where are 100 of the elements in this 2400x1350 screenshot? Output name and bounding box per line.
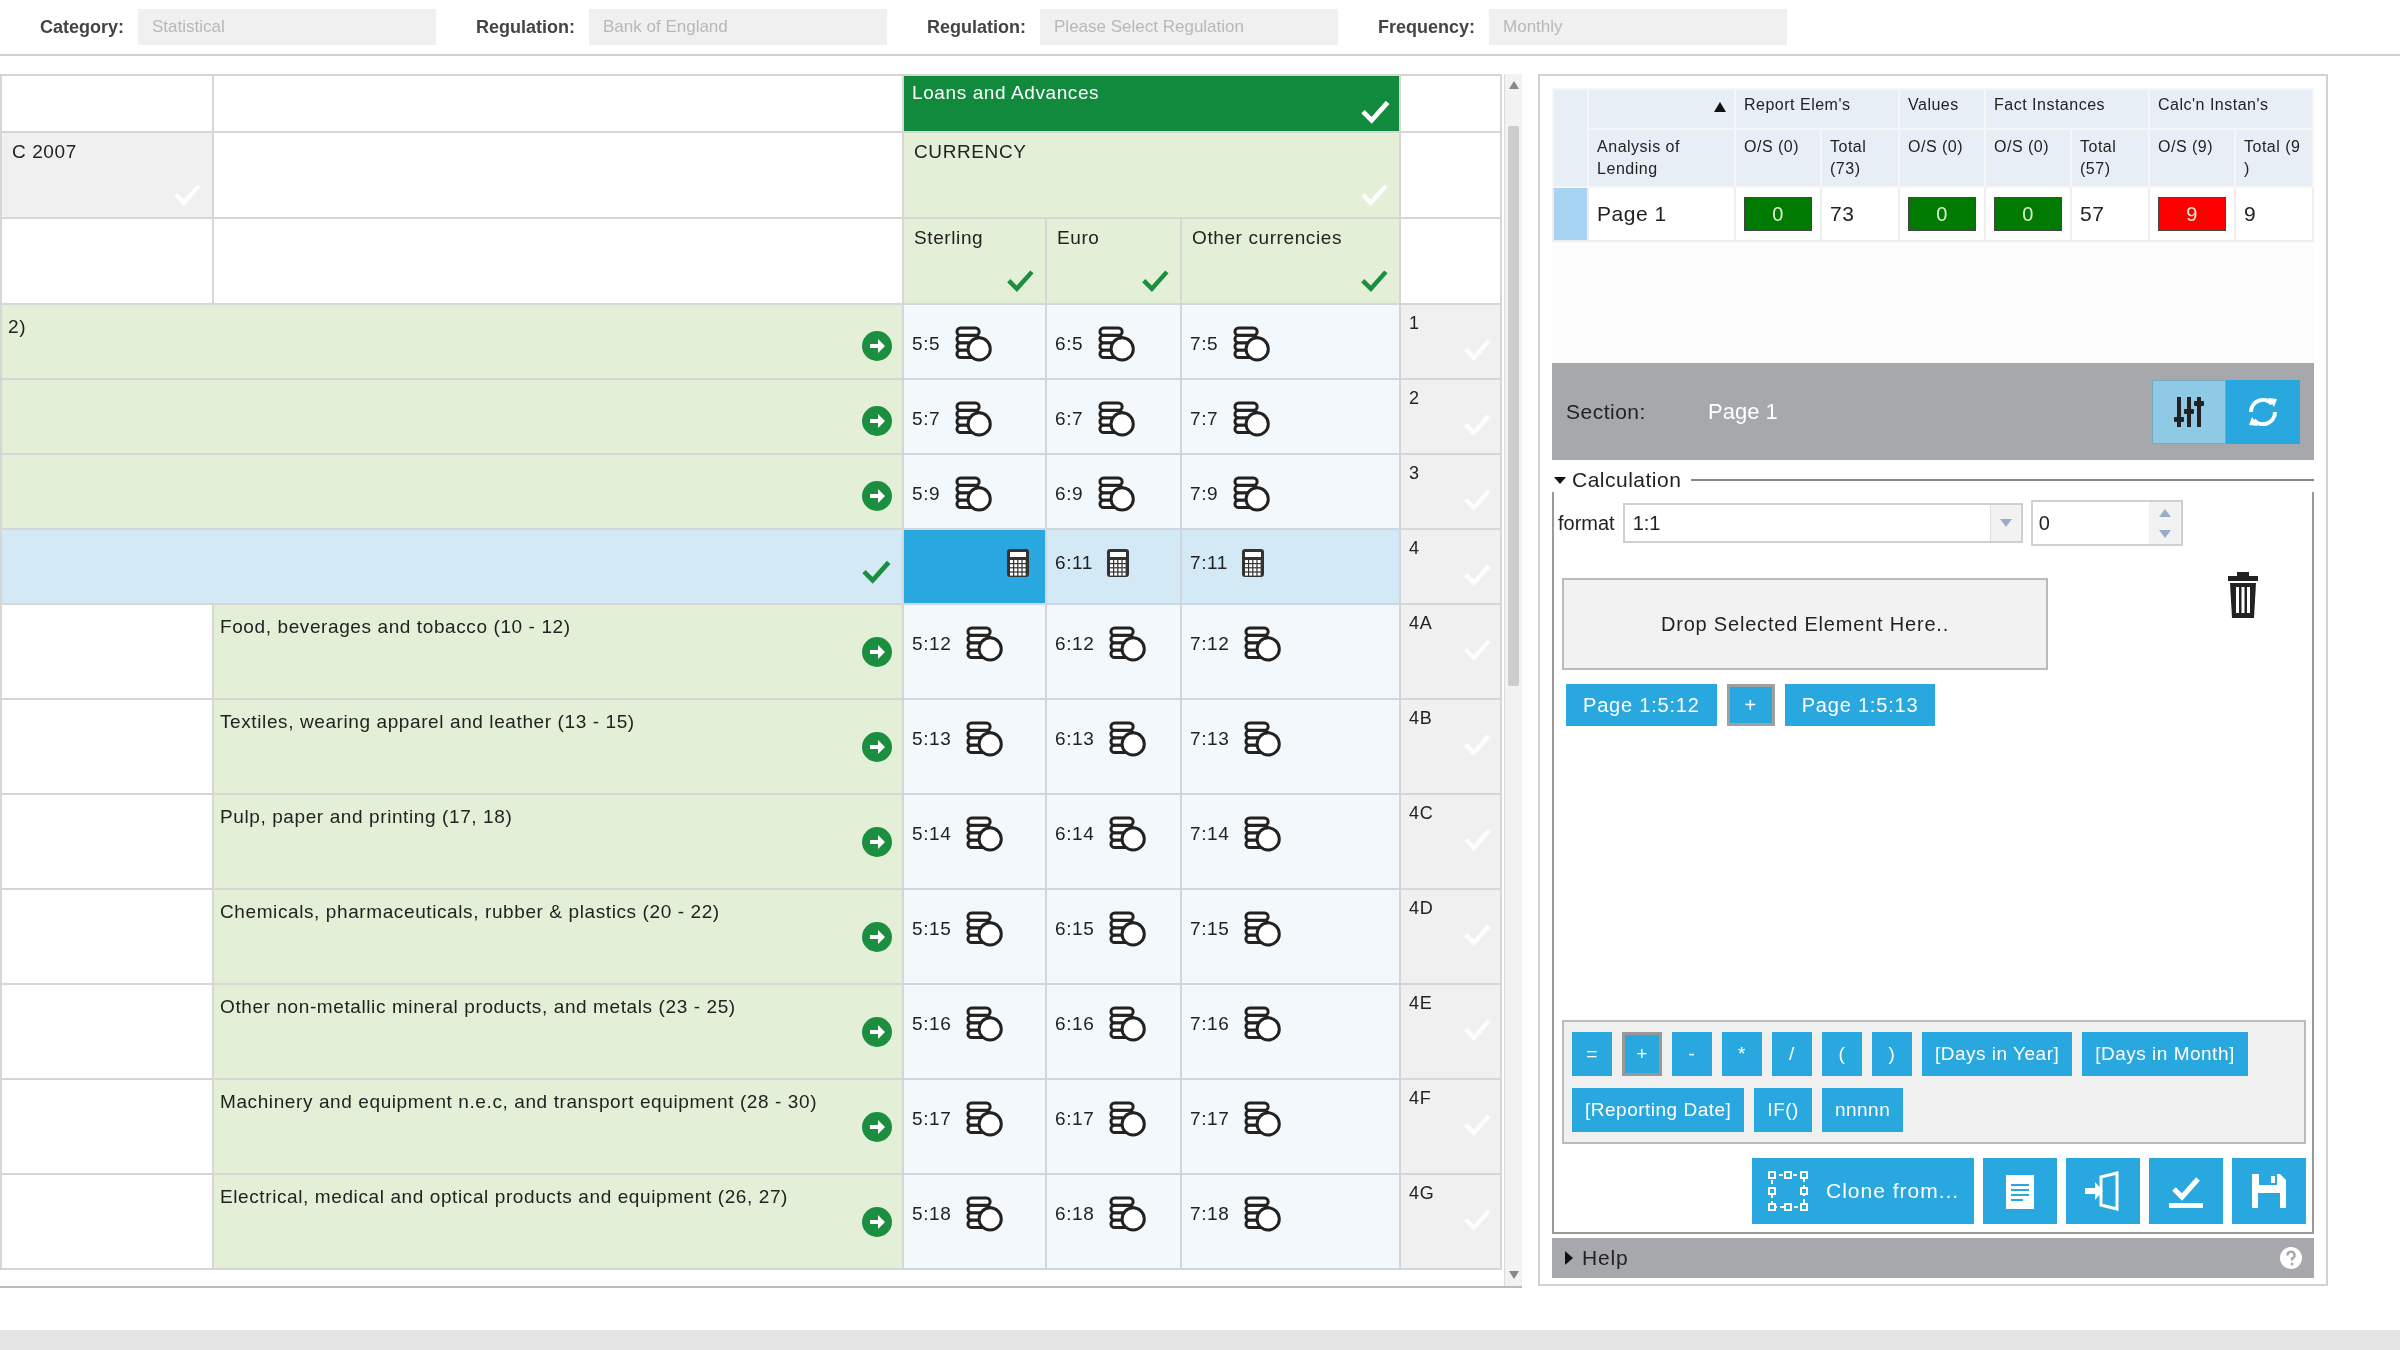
import-button[interactable] (2066, 1158, 2140, 1224)
section-toggle[interactable]: Calculation (1552, 468, 1682, 492)
table-cell[interactable]: 6:16 (1046, 984, 1181, 1079)
table-cell[interactable]: 5:18 (903, 1174, 1046, 1269)
coins-icon (963, 813, 1006, 855)
filter-label: Category: (40, 16, 124, 38)
table-cell[interactable]: 6:5 (1046, 304, 1181, 379)
table-cell[interactable]: 5:12 (903, 604, 1046, 699)
row-number: 4B (1409, 708, 1434, 729)
coins-icon (963, 1193, 1006, 1235)
caret-down-icon (1554, 474, 1566, 486)
caret-down-icon (1999, 519, 2012, 527)
row-number: 1 (1409, 313, 1421, 334)
row-number: 4C (1409, 803, 1435, 824)
save-icon (2249, 1171, 2289, 1211)
table-cell[interactable]: 6:13 (1046, 699, 1181, 794)
table-cell[interactable]: 7:18 (1181, 1174, 1401, 1269)
help-icon[interactable] (2280, 1247, 2302, 1269)
coins-icon (963, 718, 1006, 760)
coins-icon (1241, 718, 1284, 760)
count-badge: 9 (2158, 197, 2226, 231)
column-header: Euro (1057, 226, 1100, 249)
table-cell[interactable]: 5:13 (903, 699, 1046, 794)
row-number: 4A (1409, 613, 1434, 634)
table-cell[interactable]: 6:7 (1046, 379, 1181, 454)
filter-label: Regulation: (476, 16, 575, 38)
save-button[interactable] (2232, 1158, 2306, 1224)
scrollbar[interactable] (1504, 74, 1522, 1286)
sort-icon[interactable] (1714, 102, 1726, 112)
column-group-header: Loans and Advances (912, 81, 1100, 104)
table-cell[interactable]: 6:14 (1046, 794, 1181, 889)
table-cell[interactable]: 6:15 (1046, 889, 1181, 984)
table-cell[interactable]: 7:15 (1181, 889, 1401, 984)
coins-icon (952, 323, 995, 365)
table-cell[interactable]: 7:7 (1181, 379, 1401, 454)
coins-icon (1106, 813, 1149, 855)
table-cell[interactable]: 7:9 (1181, 454, 1401, 529)
help-bar[interactable]: Help (1552, 1238, 2314, 1278)
filter-button[interactable] (2152, 379, 2226, 444)
calculator-icon (1005, 548, 1031, 578)
coins-icon (963, 908, 1006, 950)
table-cell[interactable]: 6:11 (1046, 529, 1181, 604)
row-label: Other non-metallic mineral products, and metals (23 - 25) (220, 995, 736, 1019)
count-badge: 0 (1744, 197, 1812, 231)
section-label: Section: (1566, 399, 1647, 424)
section-value: Page 1 (1708, 398, 1779, 425)
column-group-header: CURRENCY (914, 140, 1027, 163)
filter-label: Regulation: (927, 16, 1026, 38)
table-cell[interactable]: 6:18 (1046, 1174, 1181, 1269)
row-label: Food, beverages and tobacco (10 - 12) (220, 615, 571, 639)
table-cell[interactable]: 5:7 (903, 379, 1046, 454)
row-label: Machinery and equipment n.e.c, and transport equipment (28 - 30) (220, 1090, 818, 1114)
coins-icon (963, 1098, 1006, 1140)
coins-icon (963, 1003, 1006, 1045)
column-group-header: Calc'n Instan's (2158, 96, 2270, 114)
report-button[interactable] (1983, 1158, 2057, 1224)
coins-icon (1241, 813, 1284, 855)
coins-icon (1241, 1193, 1284, 1235)
row-number: 4 (1409, 538, 1421, 559)
table-cell[interactable] (903, 529, 1046, 604)
row-number: 4G (1409, 1183, 1436, 1204)
table-cell[interactable]: 5:17 (903, 1079, 1046, 1174)
trash-icon[interactable] (2228, 572, 2258, 618)
table-cell[interactable]: 7:17 (1181, 1079, 1401, 1174)
row-number: 4D (1409, 898, 1435, 919)
count-text: 9 (2244, 202, 2257, 225)
table-cell[interactable]: 7:14 (1181, 794, 1401, 889)
row-number: 4F (1409, 1088, 1433, 1109)
table-cell[interactable]: 7:13 (1181, 699, 1401, 794)
validate-button[interactable] (2149, 1158, 2223, 1224)
coins-icon (1241, 623, 1284, 665)
coins-icon (1106, 1003, 1149, 1045)
caret-right-icon (1564, 1251, 1574, 1265)
table-cell[interactable]: 5:5 (903, 304, 1046, 379)
scroll-down-icon[interactable] (1508, 1271, 1519, 1279)
scroll-up-icon[interactable] (1508, 81, 1519, 89)
table-cell[interactable]: 7:11 (1181, 529, 1401, 604)
table-cell[interactable]: 5:9 (903, 454, 1046, 529)
coins-icon (1230, 398, 1273, 440)
row-label: Electrical, medical and optical products and equipment (26, 27) (220, 1185, 788, 1209)
table-cell[interactable]: 7:12 (1181, 604, 1401, 699)
drop-zone[interactable]: Drop Selected Element Here.. (1562, 578, 2048, 670)
column-header: Sterling (914, 226, 984, 249)
row-header: C 2007 (12, 140, 77, 163)
coins-icon (1241, 1003, 1284, 1045)
format-dropdown[interactable]: 1:1 (1622, 503, 2023, 543)
coins-icon (952, 398, 995, 440)
table-cell[interactable]: 5:15 (903, 889, 1046, 984)
selection-icon (1768, 1171, 1808, 1211)
table-cell[interactable]: 6:17 (1046, 1079, 1181, 1174)
table-cell[interactable]: 5:16 (903, 984, 1046, 1079)
table-cell[interactable]: 7:16 (1181, 984, 1401, 1079)
coins-icon (1230, 323, 1273, 365)
table-cell[interactable]: 7:5 (1181, 304, 1401, 379)
table-cell[interactable]: 6:9 (1046, 454, 1181, 529)
table-cell[interactable]: 5:14 (903, 794, 1046, 889)
coins-icon (1241, 908, 1284, 950)
row-label: 2) (8, 315, 27, 339)
table-cell[interactable]: 6:12 (1046, 604, 1181, 699)
column-group-header: Values (1908, 96, 1960, 114)
